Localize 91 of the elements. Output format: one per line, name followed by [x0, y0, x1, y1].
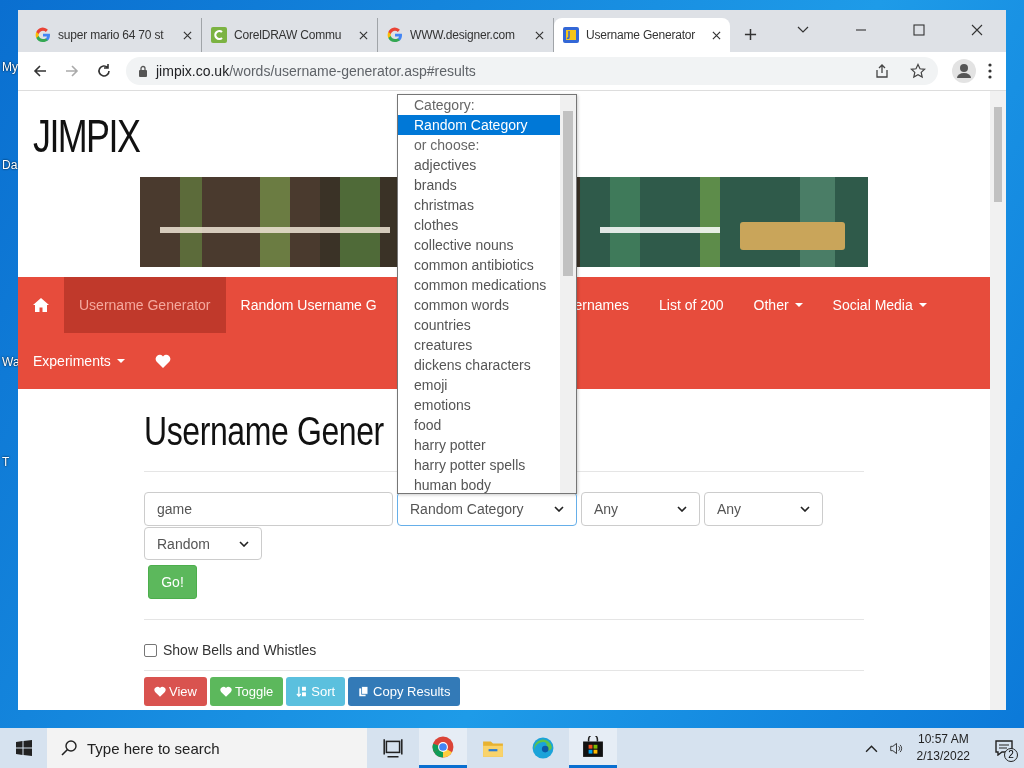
- c-logo-icon: [211, 27, 227, 43]
- dropdown-option[interactable]: Random Category: [398, 115, 560, 135]
- dropdown-option[interactable]: adjectives: [398, 155, 560, 175]
- reload-icon[interactable]: [96, 63, 112, 79]
- notification-button[interactable]: 2: [984, 728, 1024, 768]
- chevron-down-icon: [239, 540, 249, 547]
- google-icon: [35, 27, 51, 43]
- scrollbar[interactable]: [990, 91, 1006, 710]
- page-heading: Username Gener: [144, 409, 384, 455]
- profile-icon[interactable]: [952, 59, 976, 83]
- chevron-down-icon: [800, 506, 810, 512]
- desktop-icon-label[interactable]: Da: [2, 158, 18, 172]
- address-bar[interactable]: jimpix.co.uk/words/username-generator.asp#results: [126, 57, 938, 85]
- chat-icon: [995, 740, 1013, 756]
- site-icon: [563, 27, 579, 43]
- nav-menu[interactable]: Other: [738, 277, 818, 333]
- close-icon[interactable]: [971, 24, 983, 36]
- chevron-down-icon: [554, 506, 564, 512]
- nav-link[interactable]: List of 200: [644, 277, 739, 333]
- action-button[interactable]: Copy Results: [348, 677, 461, 706]
- search-icon: [61, 740, 77, 756]
- maximize-icon[interactable]: [913, 24, 925, 36]
- heart-icon: [154, 686, 166, 697]
- search-field[interactable]: Type here to search: [47, 728, 367, 768]
- dropdown-option[interactable]: christmas: [398, 195, 560, 215]
- home-icon: [33, 298, 49, 312]
- dropdown-option[interactable]: common antibiotics: [398, 255, 560, 275]
- url-text: jimpix.co.uk/words/username-generator.asp#results: [156, 63, 476, 79]
- dropdown-option[interactable]: creatures: [398, 335, 560, 355]
- close-icon[interactable]: [535, 30, 544, 40]
- task-view-icon: [382, 737, 404, 759]
- nav-menu[interactable]: Social Media: [817, 277, 942, 333]
- back-icon[interactable]: [32, 63, 48, 79]
- select-field[interactable]: Any: [704, 492, 823, 526]
- checkbox[interactable]: [144, 643, 157, 657]
- dropdown-option[interactable]: emotions: [398, 395, 560, 415]
- desktop-icon-label[interactable]: Wa: [2, 355, 20, 369]
- option-caption[interactable]: or choose:: [398, 135, 560, 155]
- dropdown-option[interactable]: human body: [398, 475, 560, 493]
- heart-icon: [154, 354, 171, 368]
- checkbox-label[interactable]: Show Bells and Whistles: [163, 642, 317, 658]
- caret-icon: [794, 303, 803, 307]
- dropdown-option[interactable]: brands: [398, 175, 560, 195]
- close-icon[interactable]: [712, 30, 721, 40]
- speaker-icon[interactable]: [889, 741, 903, 755]
- sort-icon: [296, 686, 309, 697]
- chrome-icon: [432, 735, 454, 758]
- select-field[interactable]: Any: [581, 492, 700, 526]
- word-input[interactable]: game: [144, 492, 393, 526]
- action-button[interactable]: View: [144, 677, 207, 706]
- google-icon: [387, 27, 403, 43]
- dropdown-option[interactable]: emoji: [398, 375, 560, 395]
- edge-icon: [532, 737, 554, 759]
- plus-icon[interactable]: [744, 28, 757, 41]
- star-icon[interactable]: [910, 63, 926, 79]
- taskbar-app[interactable]: [569, 728, 617, 768]
- close-icon[interactable]: [183, 30, 192, 40]
- menu-icon[interactable]: [988, 63, 992, 79]
- category-select[interactable]: Random Category: [397, 492, 577, 526]
- caret-icon: [116, 359, 125, 363]
- lock-icon: [138, 65, 148, 77]
- desktop-icon-label[interactable]: My: [2, 60, 18, 74]
- share-icon[interactable]: [874, 63, 890, 79]
- desktop-icon-label[interactable]: T: [2, 455, 10, 469]
- caret-icon: [918, 303, 927, 307]
- nav-link[interactable]: Random Username G: [225, 277, 377, 333]
- dropdown-option[interactable]: common medications: [398, 275, 560, 295]
- nav-menu[interactable]: Experiments: [18, 333, 140, 389]
- browser-tab[interactable]: super mario 64 70 st: [26, 18, 202, 52]
- dropdown-option[interactable]: countries: [398, 315, 560, 335]
- option-caption[interactable]: Category:: [398, 95, 560, 115]
- dropdown-option[interactable]: clothes: [398, 215, 560, 235]
- dropdown-option[interactable]: food: [398, 415, 560, 435]
- heart-icon: [219, 686, 232, 697]
- browser-tab[interactable]: CorelDRAW Commu: [202, 18, 378, 52]
- dropdown-option[interactable]: harry potter: [398, 435, 560, 455]
- copy-icon: [358, 686, 371, 697]
- site-logo[interactable]: JIMPIX: [33, 109, 140, 171]
- clock[interactable]: 10:57 AM 2/13/2022: [916, 731, 970, 765]
- dropdown-option[interactable]: collective nouns: [398, 235, 560, 255]
- dropdown-option[interactable]: common words: [398, 295, 560, 315]
- shopping-bag-icon: [582, 735, 604, 758]
- notification-count: 2: [1004, 748, 1018, 762]
- windows-icon[interactable]: [16, 740, 32, 756]
- chevron-down-icon: [677, 506, 687, 512]
- dropdown-option[interactable]: dickens characters: [398, 355, 560, 375]
- dropdown-option[interactable]: harry potter spells: [398, 455, 560, 475]
- scrollbar[interactable]: [560, 95, 576, 493]
- browser-tab[interactable]: Username Generator: [554, 18, 730, 52]
- close-icon[interactable]: [359, 30, 368, 40]
- select-field[interactable]: Random: [144, 527, 262, 560]
